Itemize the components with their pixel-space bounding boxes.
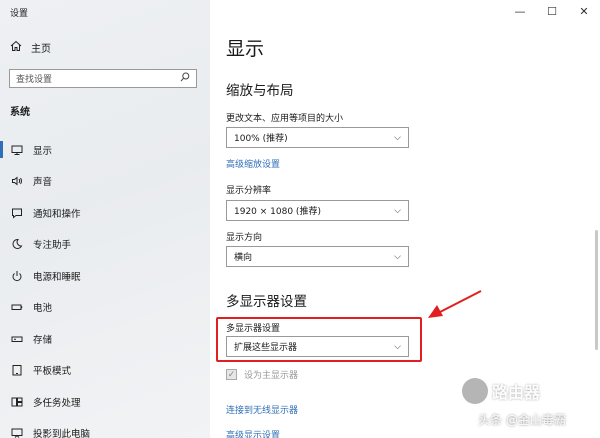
author-watermark: 头条 @金山毒霸 [478, 413, 566, 427]
router-watermark: 路由器 [462, 378, 540, 404]
router-logo-icon [462, 378, 488, 404]
router-watermark-text: 路由器 [492, 383, 541, 402]
annotation-arrow [428, 290, 482, 318]
